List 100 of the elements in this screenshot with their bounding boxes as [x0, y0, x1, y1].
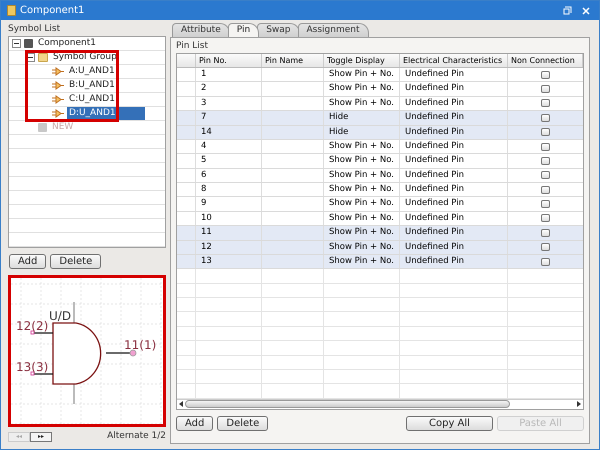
table-cell: Undefined Pin: [400, 254, 508, 268]
table-cell: 13: [196, 254, 262, 268]
table-cell: Show Pin + No.: [324, 197, 400, 211]
table-cell: Undefined Pin: [400, 126, 508, 139]
section-label: Symbol List: [8, 23, 62, 36]
gate-icon: [52, 109, 64, 118]
section-label: Pin List: [176, 40, 210, 53]
table-cell: Undefined Pin: [400, 197, 508, 211]
table-row[interactable]: 6 Show Pin + No. Undefined Pin: [177, 168, 583, 183]
scroll-right-icon[interactable]: [577, 401, 581, 408]
button[interactable]: Add: [9, 254, 46, 269]
checkbox[interactable]: [541, 142, 550, 151]
column-header[interactable]: Pin Name: [262, 54, 324, 67]
table-cell: 7: [196, 111, 262, 124]
pin-label: 13(3): [16, 360, 48, 374]
tree-item[interactable]: A:U_AND1: [67, 65, 117, 78]
restore-icon[interactable]: [563, 6, 572, 15]
table-cell: Undefined Pin: [400, 212, 508, 226]
button[interactable]: Add: [176, 416, 214, 431]
table-cell: Undefined Pin: [400, 68, 508, 82]
scroll-left-icon[interactable]: [179, 401, 183, 408]
table-row[interactable]: 11 Show Pin + No. Undefined Pin: [177, 226, 583, 240]
checkbox[interactable]: [541, 186, 550, 194]
table-cell: Show Pin + No.: [324, 154, 400, 168]
chip-icon: [24, 39, 33, 48]
tree-item[interactable]: Component1: [36, 37, 98, 50]
checkbox[interactable]: [541, 85, 550, 94]
table-cell: Show Pin + No.: [324, 168, 400, 182]
table-cell: Undefined Pin: [400, 168, 508, 182]
table-cell: 4: [196, 140, 262, 154]
table-cell: 10: [196, 212, 262, 226]
table-row[interactable]: 8 Show Pin + No. Undefined Pin: [177, 183, 583, 198]
table-cell: Undefined Pin: [400, 111, 508, 124]
tab[interactable]: Assignment: [298, 23, 368, 37]
table-cell: Show Pin + No.: [324, 68, 400, 82]
tab[interactable]: Pin: [228, 23, 260, 37]
table-row[interactable]: 9 Show Pin + No. Undefined Pin: [177, 197, 583, 212]
gate-icon: [52, 95, 64, 104]
table-row[interactable]: 3 Show Pin + No. Undefined Pin: [177, 96, 583, 112]
table-cell: Undefined Pin: [400, 140, 508, 154]
checkbox[interactable]: [541, 200, 550, 208]
checkbox[interactable]: [541, 99, 550, 108]
table-cell: Undefined Pin: [400, 240, 508, 254]
table-cell: 5: [196, 154, 262, 168]
column-header[interactable]: Non Connection: [508, 54, 583, 67]
table-cell: 11: [196, 226, 262, 240]
close-icon[interactable]: [582, 6, 590, 14]
checkbox[interactable]: [541, 156, 550, 165]
button[interactable]: Delete: [50, 254, 102, 269]
table-row[interactable]: 5 Show Pin + No. Undefined Pin: [177, 154, 583, 169]
tree-item[interactable]: D:U_AND1: [67, 107, 145, 120]
checkbox[interactable]: [541, 258, 550, 266]
table-cell: 8: [196, 183, 262, 196]
table-cell: Undefined Pin: [400, 183, 508, 196]
folder-icon: [38, 53, 48, 62]
checkbox[interactable]: [541, 128, 550, 136]
table-cell: Show Pin + No.: [324, 82, 400, 96]
window-title: Component1: [20, 4, 84, 18]
table-cell: Show Pin + No.: [324, 96, 400, 110]
table-row[interactable]: 14 Hide Undefined Pin: [177, 126, 583, 140]
table-row[interactable]: 4 Show Pin + No. Undefined Pin: [177, 140, 583, 154]
table-cell: Show Pin + No.: [324, 240, 400, 254]
alternate-label: Alternate 1/2: [107, 430, 166, 443]
checkbox[interactable]: [541, 214, 550, 222]
table-row[interactable]: 2 Show Pin + No. Undefined Pin: [177, 82, 583, 97]
table-row[interactable]: 1 Show Pin + No. Undefined Pin: [177, 68, 583, 82]
button[interactable]: Copy All: [406, 416, 493, 431]
table-cell: Undefined Pin: [400, 226, 508, 240]
app-icon: [7, 5, 16, 16]
column-header[interactable]: Electrical Characteristics: [400, 54, 508, 67]
scrollbar-thumb[interactable]: [185, 400, 510, 408]
table-cell: Show Pin + No.: [324, 212, 400, 226]
table-cell: Undefined Pin: [400, 154, 508, 168]
table-row[interactable]: 12 Show Pin + No. Undefined Pin: [177, 240, 583, 255]
checkbox[interactable]: [541, 228, 550, 237]
button[interactable]: Delete: [217, 416, 268, 431]
table-row[interactable]: 13 Show Pin + No. Undefined Pin: [177, 254, 583, 270]
table-cell: 3: [196, 96, 262, 110]
checkbox[interactable]: [541, 171, 550, 180]
tree-item[interactable]: C:U_AND1: [67, 93, 117, 106]
table-row[interactable]: 10 Show Pin + No. Undefined Pin: [177, 212, 583, 226]
checkbox[interactable]: [541, 243, 550, 252]
horizontal-scrollbar[interactable]: [177, 398, 583, 409]
tab[interactable]: Attribute: [172, 23, 230, 37]
checkbox[interactable]: [541, 114, 550, 122]
chip-icon: [38, 123, 47, 132]
table-cell: Undefined Pin: [400, 82, 508, 96]
table-cell: Hide: [324, 111, 400, 124]
checkbox[interactable]: [541, 70, 550, 79]
table-row[interactable]: 7 Hide Undefined Pin: [177, 111, 583, 126]
gate-icon: [52, 67, 64, 76]
table-cell: Show Pin + No.: [324, 226, 400, 240]
tree-item[interactable]: B:U_AND1: [67, 79, 117, 92]
column-header[interactable]: Pin No.: [196, 54, 262, 67]
tab[interactable]: Swap: [257, 23, 300, 37]
table-cell: 2: [196, 82, 262, 96]
collapse-icon[interactable]: [12, 39, 21, 48]
column-header[interactable]: Toggle Display: [324, 54, 400, 67]
table-cell: Show Pin + No.: [324, 140, 400, 154]
table-cell: Show Pin + No.: [324, 254, 400, 268]
